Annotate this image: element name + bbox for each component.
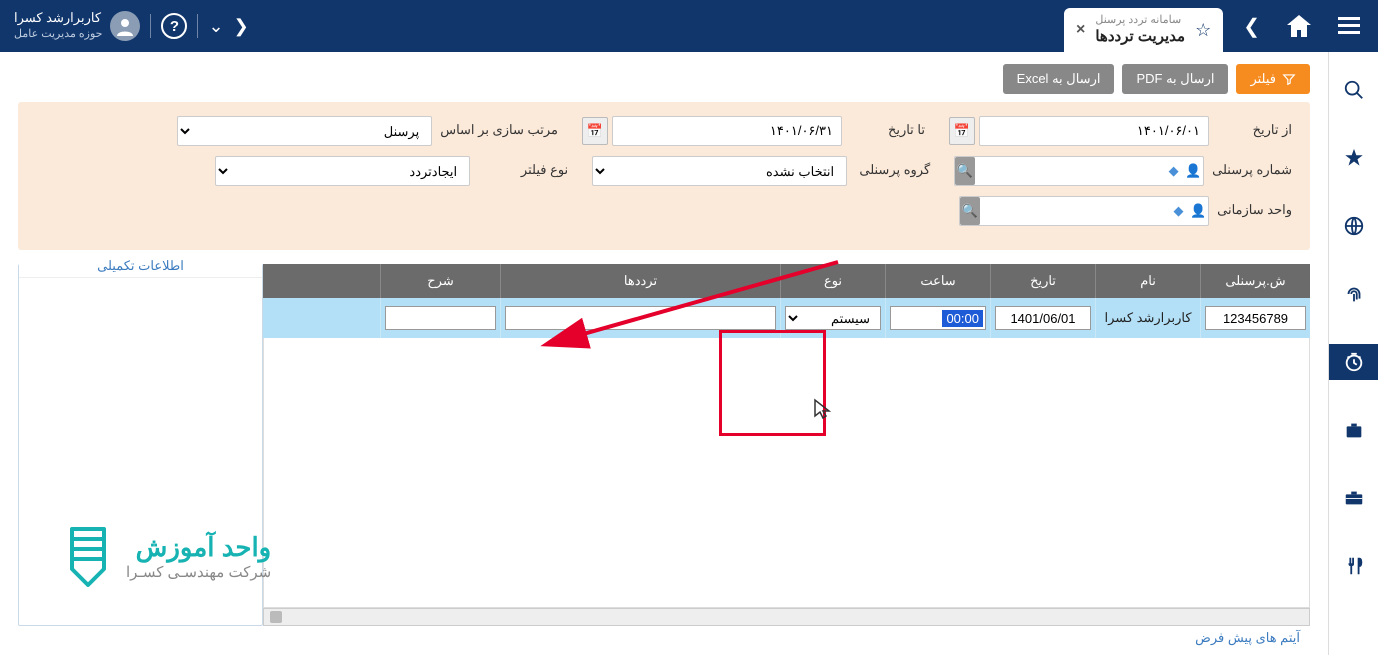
cell-trd[interactable] (505, 306, 776, 330)
rail-globe-icon[interactable] (1329, 208, 1378, 244)
cell-type[interactable]: سیستم (785, 306, 881, 330)
tab-title: مدیریت ترددها (1095, 27, 1185, 47)
diamond-icon[interactable]: ◆ (1169, 197, 1189, 225)
divider (197, 14, 198, 38)
nav-next-icon[interactable]: ❯ (1235, 14, 1268, 39)
chevron-left-icon[interactable]: ❮ (234, 16, 249, 37)
calendar-icon[interactable]: 📅 (582, 117, 608, 145)
logo: واحد آموزش شرکت مهندسـی کسـرا (60, 521, 271, 591)
user-icon[interactable]: 👤 (1188, 197, 1208, 225)
star-icon[interactable]: ☆ (1195, 20, 1211, 41)
divider (150, 14, 151, 38)
col-type: نوع (780, 264, 885, 298)
main-content: فیلتر ارسال به PDF ارسال به Excel از تار… (0, 52, 1328, 655)
org-unit-label: واحد سازمانی (1217, 196, 1292, 218)
side-panel-title: اطلاعات تکمیلی (91, 258, 190, 273)
search-icon[interactable]: 🔍 (960, 197, 980, 225)
rail-cutlery-icon[interactable] (1329, 548, 1378, 584)
personnel-group-select[interactable]: انتخاب نشده (592, 156, 847, 186)
rail-search-icon[interactable] (1329, 72, 1378, 108)
filter-button[interactable]: فیلتر (1236, 64, 1310, 94)
sort-select[interactable]: پرسنل (177, 116, 432, 146)
user-name: کاربرارشد کسرا (14, 10, 102, 27)
from-date-label: از تاریخ (1217, 116, 1292, 138)
grid-header: ش.پرسنلی نام تاریخ ساعت نوع ترددها شرح (263, 264, 1310, 298)
avatar-icon (110, 11, 140, 41)
close-icon[interactable]: × (1076, 21, 1085, 39)
org-unit-input[interactable] (980, 197, 1169, 225)
rail-briefcase-icon[interactable] (1329, 480, 1378, 516)
cell-desc[interactable] (385, 306, 496, 330)
cell-date[interactable] (995, 306, 1091, 330)
grid: ش.پرسنلی نام تاریخ ساعت نوع ترددها شرح ک… (263, 264, 1310, 626)
calendar-icon[interactable]: 📅 (949, 117, 975, 145)
user-sub: حوزه مدیریت عامل (14, 27, 102, 41)
search-icon[interactable]: 🔍 (955, 157, 975, 185)
col-time: ساعت (885, 264, 990, 298)
grid-body (263, 338, 1310, 608)
tab-active[interactable]: ☆ سامانه تردد پرسنل مدیریت ترددها × (1064, 8, 1223, 52)
home-icon[interactable] (1280, 0, 1318, 52)
personnel-group-label: گروه پرسنلی (855, 156, 930, 178)
pencil-icon (60, 521, 116, 591)
help-icon[interactable]: ? (161, 13, 187, 39)
topbar: ❯ ☆ سامانه تردد پرسنل مدیریت ترددها × ❮ … (0, 0, 1378, 52)
default-items-label: آیتم های پیش فرض (18, 626, 1310, 650)
personnel-no-label: شماره پرسنلی (1212, 156, 1292, 178)
diamond-icon[interactable]: ◆ (1164, 157, 1184, 185)
cell-time[interactable]: 00:00 (890, 306, 986, 330)
col-id: ش.پرسنلی (1200, 264, 1310, 298)
rail-clock-icon[interactable] (1329, 344, 1378, 380)
sort-label: مرتب سازی بر اساس (440, 116, 558, 138)
col-name: نام (1095, 264, 1200, 298)
filter-type-select[interactable]: ایجادتردد (215, 156, 470, 186)
logo-sub: شرکت مهندسـی کسـرا (126, 563, 271, 581)
col-trd: ترددها (500, 264, 780, 298)
filter-type-label: نوع فیلتر (478, 156, 568, 178)
personnel-no-input[interactable] (975, 157, 1164, 185)
user-icon[interactable]: 👤 (1184, 157, 1204, 185)
menu-icon[interactable] (1330, 0, 1368, 52)
chevron-down-icon[interactable]: ⌄ (208, 16, 223, 37)
to-date-label: تا تاریخ (850, 116, 925, 138)
col-desc: شرح (380, 264, 500, 298)
export-pdf-button[interactable]: ارسال به PDF (1122, 64, 1228, 94)
tab-subtitle: سامانه تردد پرسنل (1095, 13, 1181, 27)
logo-main: واحد آموزش (126, 532, 271, 563)
to-date-input[interactable] (612, 116, 842, 146)
user-block[interactable]: کاربرارشد کسرا حوزه مدیریت عامل (14, 10, 140, 41)
rail-suitcase-icon[interactable] (1329, 412, 1378, 448)
export-excel-button[interactable]: ارسال به Excel (1003, 64, 1115, 94)
h-scrollbar[interactable] (263, 608, 1310, 626)
grid-row[interactable]: کاربرارشد کسرا 00:00 سیستم (263, 298, 1310, 338)
cell-id[interactable] (1205, 306, 1306, 330)
col-date: تاریخ (990, 264, 1095, 298)
side-rail (1328, 52, 1378, 655)
cell-name: کاربرارشد کسرا (1105, 310, 1192, 326)
from-date-input[interactable] (979, 116, 1209, 146)
rail-fingerprint-icon[interactable] (1329, 276, 1378, 312)
filter-panel: از تاریخ 📅 تا تاریخ 📅 مرتب سازی بر اساس (18, 102, 1310, 250)
rail-star-icon[interactable] (1329, 140, 1378, 176)
